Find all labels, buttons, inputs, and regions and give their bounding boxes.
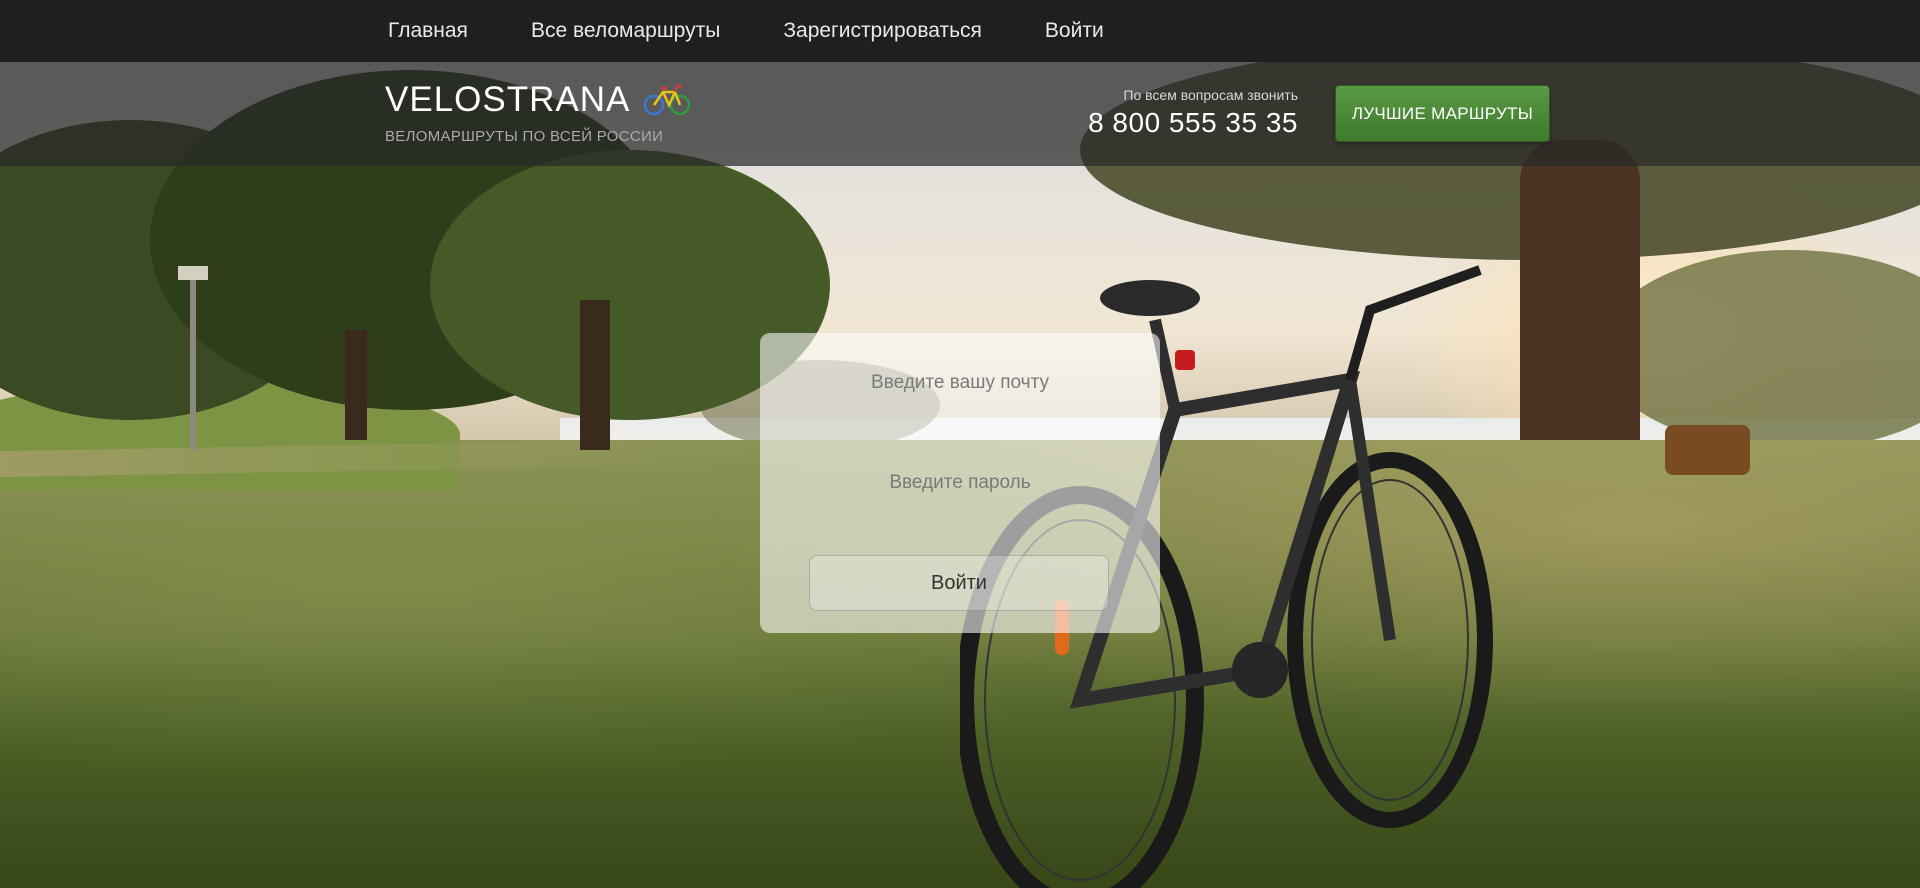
- background-bench: [1665, 425, 1750, 475]
- nav-link-login[interactable]: Войти: [1045, 19, 1104, 42]
- brand: VELOSTRANA ВЕЛОМАРШРУТЫ ПО ВСЕЙ РОССИИ: [385, 80, 691, 145]
- background-tree-trunk: [345, 330, 367, 440]
- background-lamp-head: [178, 266, 208, 280]
- login-form: Войти: [760, 333, 1160, 633]
- nav-link-all-routes[interactable]: Все веломаршруты: [531, 19, 720, 42]
- brand-subtitle: ВЕЛОМАРШРУТЫ ПО ВСЕЙ РОССИИ: [385, 128, 664, 145]
- nav-link-home[interactable]: Главная: [388, 19, 468, 42]
- nav-list: Главная Все веломаршруты Зарегистрироват…: [388, 0, 1167, 62]
- nav-item-all-routes: Все веломаршруты: [531, 19, 720, 43]
- nav-item-register: Зарегистрироваться: [783, 19, 982, 43]
- login-button[interactable]: Войти: [809, 555, 1109, 611]
- contact-info: По всем вопросам звонить 8 800 555 35 35: [1088, 87, 1298, 139]
- nav-item-login: Войти: [1045, 19, 1104, 43]
- contact-label: По всем вопросам звонить: [1123, 87, 1298, 103]
- nav-link-register[interactable]: Зарегистрироваться: [783, 19, 982, 42]
- background-lamp-post: [190, 270, 196, 450]
- password-field[interactable]: [800, 461, 1120, 505]
- top-navigation: Главная Все веломаршруты Зарегистрироват…: [0, 0, 1920, 62]
- best-routes-button[interactable]: ЛУЧШИЕ МАРШРУТЫ: [1335, 85, 1550, 142]
- brand-title[interactable]: VELOSTRANA: [385, 80, 630, 120]
- email-field[interactable]: [800, 361, 1120, 405]
- bicycle-icon: [643, 84, 691, 116]
- nav-item-home: Главная: [388, 19, 468, 43]
- background-tree-trunk: [580, 300, 610, 450]
- contact-phone[interactable]: 8 800 555 35 35: [1088, 107, 1298, 139]
- site-header: VELOSTRANA ВЕЛОМАРШРУТЫ ПО ВСЕЙ РОССИИ П…: [0, 62, 1920, 166]
